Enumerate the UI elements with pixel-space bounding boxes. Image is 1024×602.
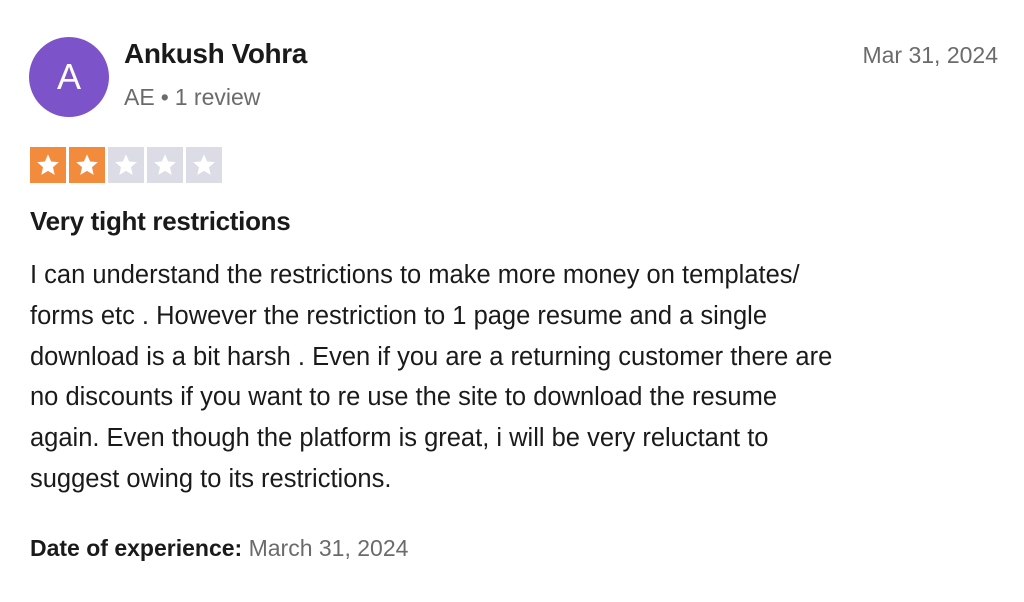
star-icon <box>76 154 98 175</box>
experience-label: Date of experience: <box>30 535 243 561</box>
star-icon <box>193 154 215 175</box>
avatar-initial: A <box>56 56 81 97</box>
review-body-line: no discounts if you want to re use the s… <box>30 383 778 412</box>
review-body-line: I can understand the restrictions to mak… <box>30 261 800 289</box>
review-body: I can understand the restrictions to mak… <box>30 255 990 500</box>
review-body-line: suggest owing to its restrictions. <box>30 464 392 493</box>
star-filled <box>69 147 105 183</box>
review-body-line: forms etc . However the restriction to 1… <box>30 301 768 330</box>
review-body-line: download is a bit harsh . Even if you ar… <box>30 342 833 371</box>
star-rating <box>30 147 222 183</box>
reviewer-country: AE <box>124 84 155 110</box>
star-empty <box>186 147 222 183</box>
star-icon <box>154 154 176 175</box>
review-title: Very tight restrictions <box>30 206 291 236</box>
star-empty <box>147 147 183 183</box>
experience-date: March 31, 2024 <box>248 535 409 561</box>
review-date: Mar 31, 2024 <box>862 42 998 68</box>
meta-separator: • <box>160 84 169 110</box>
star-icon <box>37 154 59 175</box>
review-card: A Ankush Vohra AE • 1 review Mar 31, 2024 … <box>0 0 1024 602</box>
reviewer-review-count: 1 review <box>174 84 261 110</box>
star-empty <box>108 147 144 183</box>
star-icon <box>115 154 137 175</box>
date-of-experience: Date of experience: March 31, 2024 <box>30 535 408 562</box>
review-body-line: again. Even though the platform is great… <box>30 424 769 453</box>
reviewer-meta: AE • 1 review <box>124 84 260 111</box>
star-filled <box>30 147 66 183</box>
reviewer-name[interactable]: Ankush Vohra <box>124 38 307 70</box>
avatar[interactable]: A <box>29 37 109 117</box>
